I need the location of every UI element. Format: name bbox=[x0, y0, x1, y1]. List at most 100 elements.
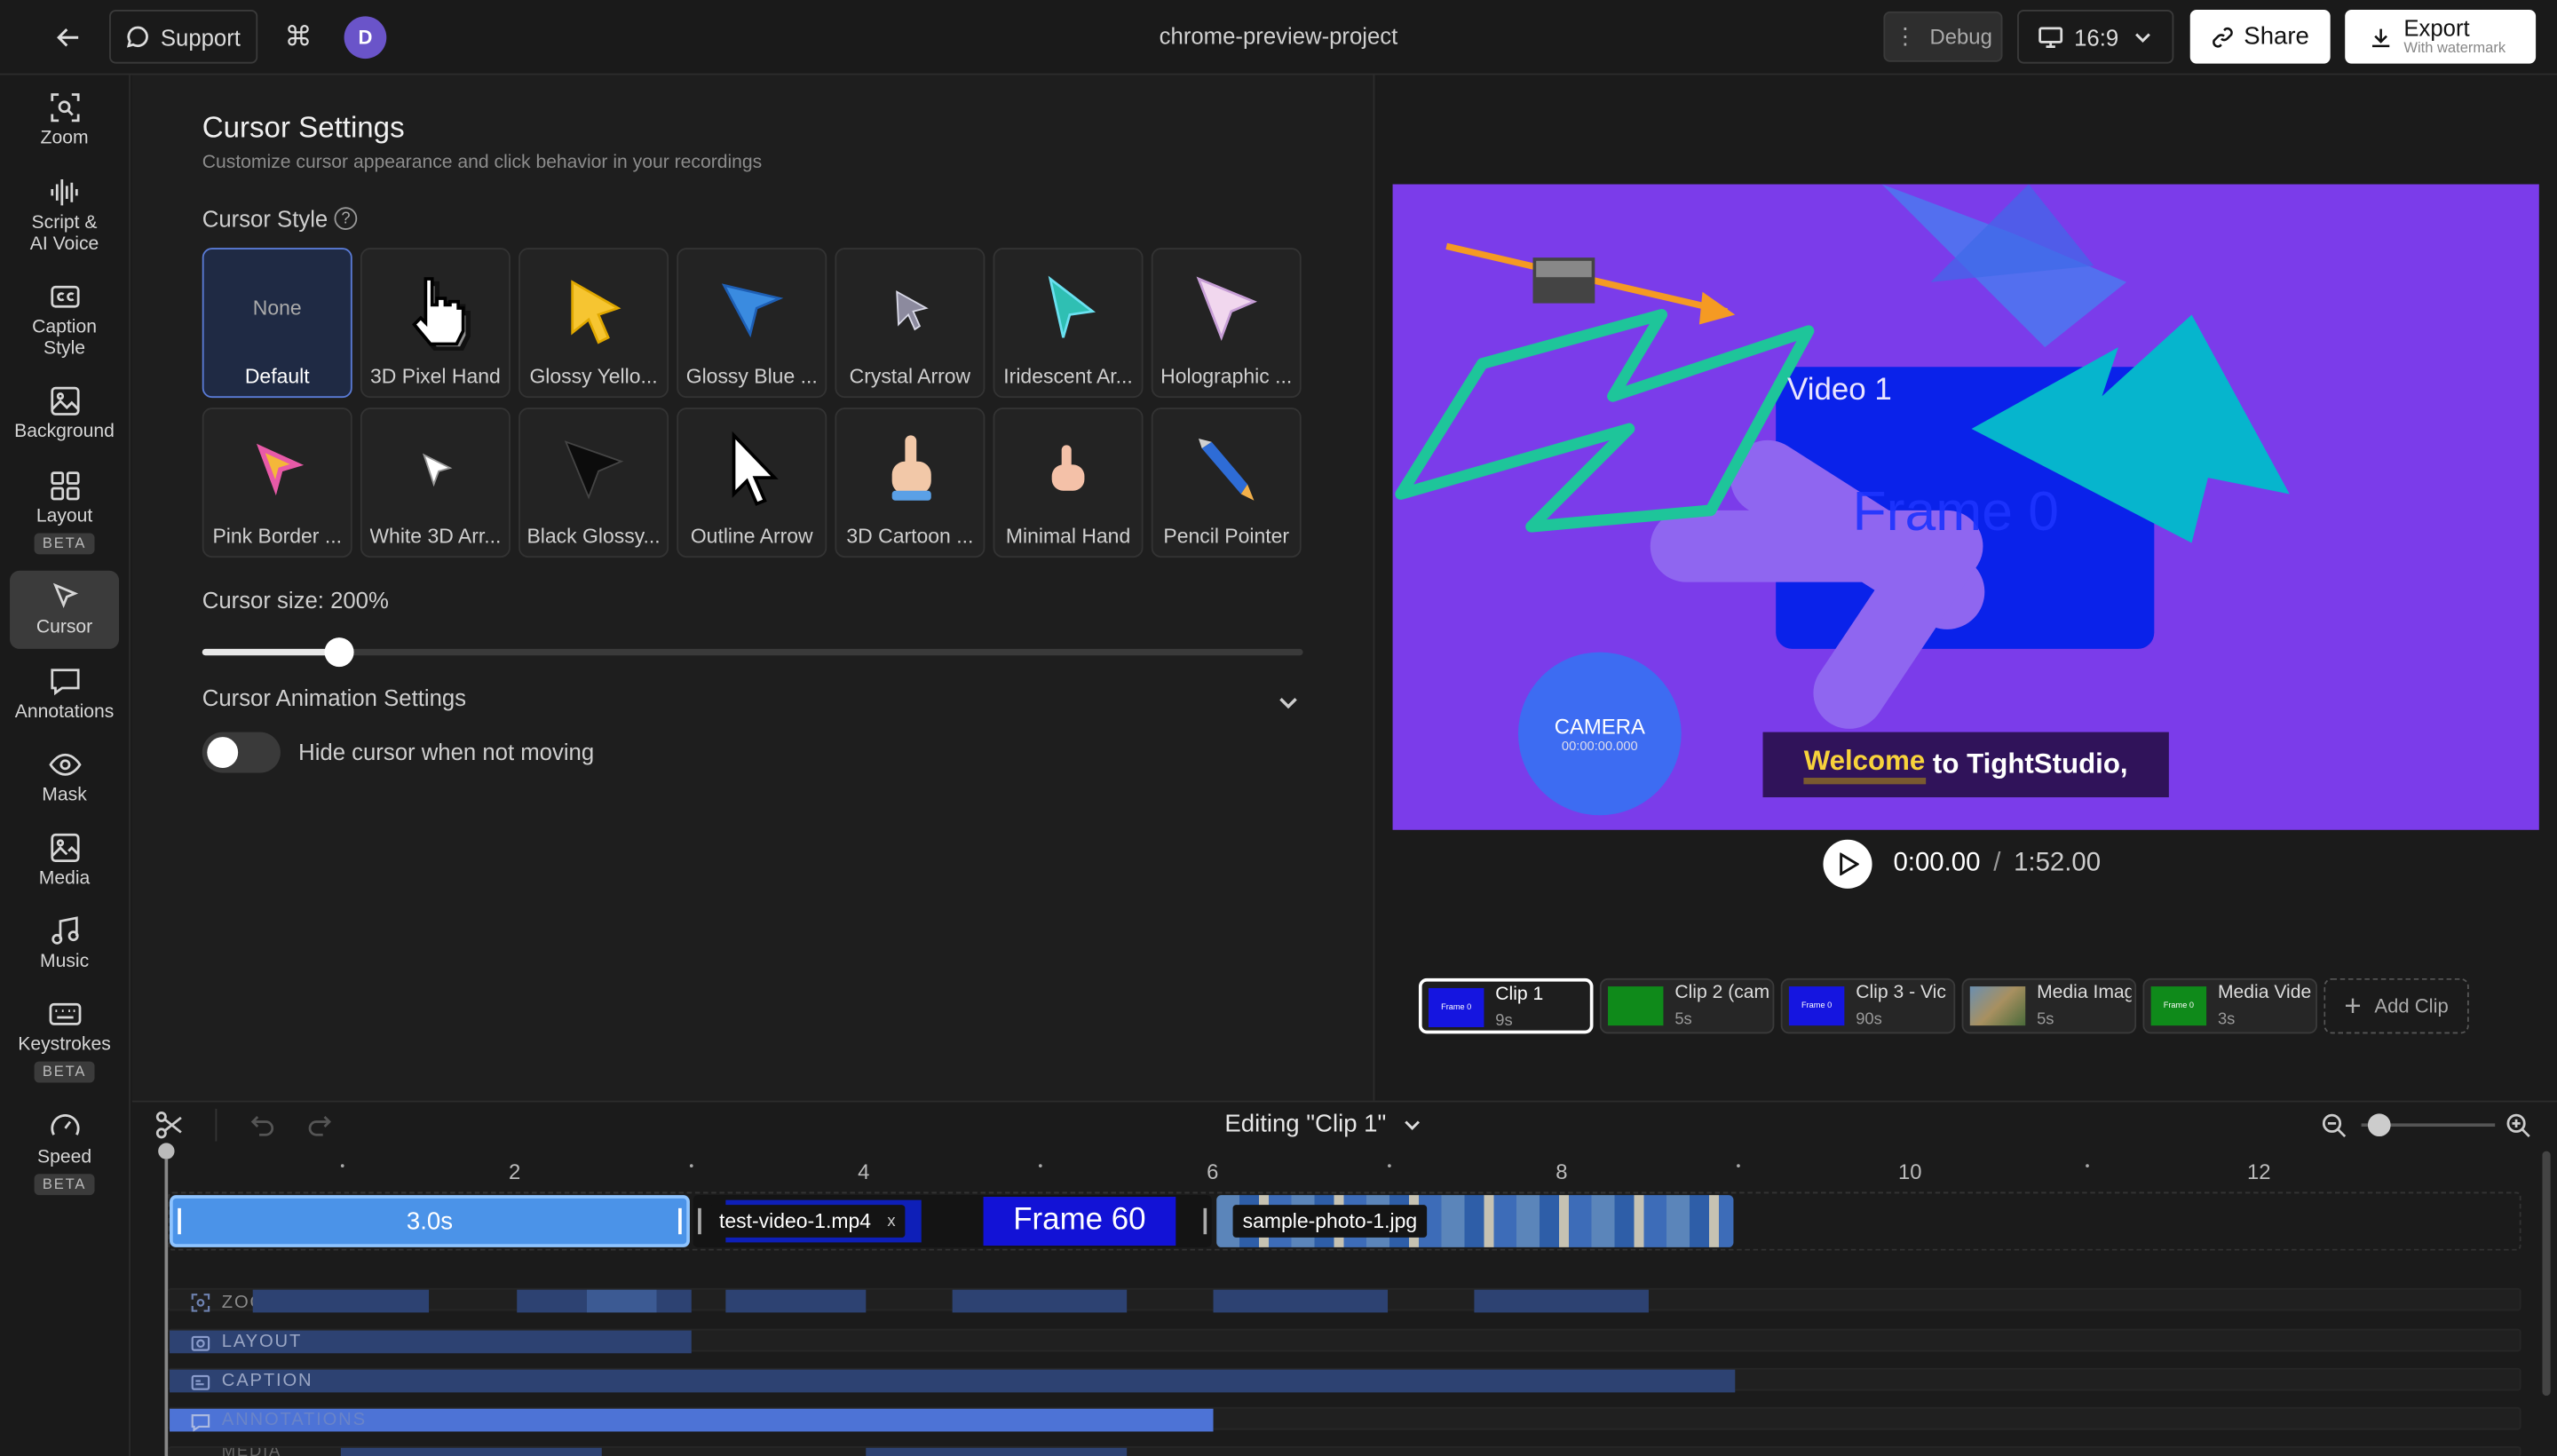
camera-bubble[interactable]: CAMERA 00:00:00.000 bbox=[1517, 652, 1682, 816]
undo-icon[interactable] bbox=[249, 1112, 275, 1137]
cursor-option-outline-arrow[interactable]: Outline Arrow bbox=[677, 408, 827, 558]
cursor-option-pencil-pointer[interactable]: Pencil Pointer bbox=[1151, 408, 1302, 558]
sidebar-item-label: Caption Style bbox=[32, 318, 97, 360]
segment-handle-left[interactable] bbox=[178, 1207, 181, 1235]
media-segment[interactable] bbox=[866, 1447, 1128, 1456]
cursor-option-label: 3D Pixel Hand bbox=[370, 365, 501, 389]
sidebar-item-background[interactable]: Background bbox=[10, 384, 119, 443]
avatar[interactable]: D bbox=[344, 16, 387, 59]
iridescent-arrow-cursor-icon bbox=[1048, 275, 1096, 338]
support-button[interactable]: Support bbox=[109, 10, 258, 64]
photo-clip-segment[interactable]: sample-photo-1.jpg bbox=[1216, 1195, 1734, 1247]
clip-thumbnail: Frame 0 bbox=[2150, 986, 2207, 1026]
sidebar-item-media[interactable]: Media bbox=[10, 832, 119, 890]
cursor-size-slider[interactable] bbox=[202, 636, 1303, 669]
selected-clip-segment[interactable]: 3.0s bbox=[170, 1195, 690, 1247]
sidebar-item-caption-style[interactable]: Caption Style bbox=[10, 281, 119, 360]
ruler-tick: 6 bbox=[1207, 1159, 1219, 1184]
monitor-icon bbox=[2038, 26, 2062, 48]
zoom-segment[interactable] bbox=[952, 1289, 1128, 1313]
zoom-out-icon[interactable] bbox=[2321, 1112, 2347, 1138]
aspect-label: 16:9 bbox=[2074, 23, 2119, 51]
cursor-option-holographic[interactable]: Holographic ... bbox=[1151, 248, 1302, 399]
add-clip-button[interactable]: + Add Clip bbox=[2323, 977, 2469, 1034]
clip-tab[interactable]: Frame 0 Media Vide 3s bbox=[2142, 977, 2317, 1034]
remove-clip-icon[interactable]: x bbox=[887, 1212, 895, 1230]
zoom-in-icon[interactable] bbox=[2505, 1112, 2530, 1138]
ruler-tick: 4 bbox=[858, 1159, 870, 1184]
zoom-segment[interactable] bbox=[517, 1289, 692, 1313]
cursor-option-label: Glossy Yello... bbox=[529, 365, 658, 389]
video-clip-segment[interactable]: Frame 60 test-video-1.mp4 x bbox=[693, 1195, 1212, 1247]
redo-icon[interactable] bbox=[306, 1112, 332, 1137]
ruler-dot bbox=[2086, 1164, 2089, 1167]
segment-handle-right[interactable] bbox=[1203, 1207, 1207, 1235]
timeline-zoom-slider[interactable] bbox=[2361, 1113, 2496, 1137]
total-time: 1:52.00 bbox=[2014, 849, 2102, 878]
cursor-option-black-glossy[interactable]: Black Glossy... bbox=[519, 408, 669, 558]
outline-arrow-cursor-icon bbox=[732, 431, 779, 506]
sidebar-item-script-ai-voice[interactable]: Script & AI Voice bbox=[10, 176, 119, 256]
clip-tab[interactable]: Clip 2 (cam 5s bbox=[1599, 977, 1775, 1034]
help-icon[interactable]: ? bbox=[334, 207, 358, 230]
zoom-segment[interactable] bbox=[252, 1289, 430, 1313]
sidebar-item-cursor[interactable]: Cursor bbox=[10, 570, 120, 649]
divider bbox=[215, 1108, 218, 1142]
sidebar-item-annotations[interactable]: Annotations bbox=[10, 665, 119, 724]
editing-label: Editing "Clip 1" bbox=[1224, 1110, 1387, 1138]
clip-tab[interactable]: Frame 0 Clip 3 - Vic 90s bbox=[1780, 977, 1956, 1034]
cursor-option-glossy-yellow[interactable]: Glossy Yello... bbox=[519, 248, 669, 399]
sidebar-item-music[interactable]: Music bbox=[10, 914, 119, 973]
cursor-option-iridescent-arrow[interactable]: Iridescent Ar... bbox=[993, 248, 1144, 399]
cursor-option-3d-cartoon[interactable]: 3D Cartoon ... bbox=[835, 408, 986, 558]
back-arrow-icon[interactable] bbox=[49, 20, 88, 55]
cursor-option-pink-border[interactable]: Pink Border ... bbox=[202, 408, 352, 558]
time-separator: / bbox=[1993, 849, 2001, 878]
media-segment[interactable] bbox=[340, 1447, 602, 1456]
sidebar: Zoom Script & AI Voice Caption Style Bac… bbox=[0, 75, 131, 1456]
sidebar-item-zoom[interactable]: Zoom bbox=[10, 91, 119, 150]
track-label: MEDIA bbox=[222, 1448, 281, 1456]
photo-clip-tag: sample-photo-1.jpg bbox=[1232, 1205, 1428, 1238]
cursor-option-white-3d-arrow[interactable]: White 3D Arr... bbox=[360, 408, 511, 558]
sidebar-item-label: Zoom bbox=[40, 129, 89, 149]
cursor-option-minimal-hand[interactable]: Minimal Hand bbox=[993, 408, 1144, 558]
export-button[interactable]: Export With watermark bbox=[2345, 10, 2537, 64]
slider-fill bbox=[202, 648, 340, 656]
cursor-option-glossy-blue[interactable]: Glossy Blue ... bbox=[677, 248, 827, 399]
slider-thumb[interactable] bbox=[324, 637, 354, 668]
caption-segment[interactable] bbox=[170, 1369, 1736, 1393]
sidebar-item-label: Music bbox=[39, 952, 90, 972]
zoom-segment[interactable] bbox=[725, 1289, 867, 1313]
hide-cursor-toggle[interactable] bbox=[202, 732, 281, 773]
aspect-ratio-select[interactable]: 16:9 bbox=[2017, 10, 2174, 64]
timeline-scrollbar[interactable] bbox=[2542, 1151, 2551, 1397]
chevron-down-icon bbox=[1405, 1120, 1421, 1130]
sidebar-item-speed[interactable]: Speed BETA bbox=[10, 1111, 119, 1196]
cursor-option-3d-pixel-hand[interactable]: 3D Pixel Hand bbox=[360, 248, 511, 399]
video-canvas[interactable]: Video 1 Frame 0 CAMERA 00:00:00.000 Welc… bbox=[1392, 184, 2539, 830]
editing-clip-select[interactable]: Editing "Clip 1" bbox=[1224, 1111, 1421, 1138]
share-button[interactable]: Share bbox=[2189, 10, 2331, 64]
cursor-settings-panel: Cursor Settings Customize cursor appeara… bbox=[131, 75, 1375, 1101]
animation-settings-header[interactable]: Cursor Animation Settings bbox=[202, 684, 1303, 720]
segment-handle-left[interactable] bbox=[698, 1207, 701, 1235]
segment-handle-right[interactable] bbox=[678, 1207, 682, 1235]
eye-icon bbox=[48, 753, 81, 776]
cursor-option-crystal-arrow[interactable]: Crystal Arrow bbox=[835, 248, 986, 399]
debug-button[interactable]: ⋮ Debug bbox=[1883, 11, 2003, 62]
command-icon[interactable]: ⌘ bbox=[281, 20, 316, 55]
clip-tab[interactable]: Frame 0 Clip 1 9s bbox=[1418, 977, 1594, 1034]
slider-thumb[interactable] bbox=[2367, 1113, 2391, 1137]
scissors-icon[interactable] bbox=[154, 1111, 184, 1140]
video-clip-name: test-video-1.mp4 bbox=[718, 1209, 872, 1233]
sidebar-item-keystrokes[interactable]: Keystrokes BETA bbox=[10, 998, 119, 1083]
play-button[interactable] bbox=[1823, 839, 1872, 889]
caption-highlight-word: Welcome bbox=[1803, 745, 1926, 785]
cursor-option-default[interactable]: None Default bbox=[202, 248, 352, 399]
zoom-segment[interactable] bbox=[1213, 1289, 1389, 1313]
clip-tab[interactable]: Media Imag 5s bbox=[1961, 977, 2137, 1034]
zoom-segment[interactable] bbox=[1474, 1289, 1649, 1313]
sidebar-item-mask[interactable]: Mask bbox=[10, 748, 119, 807]
sidebar-item-layout[interactable]: Layout BETA bbox=[10, 470, 119, 555]
